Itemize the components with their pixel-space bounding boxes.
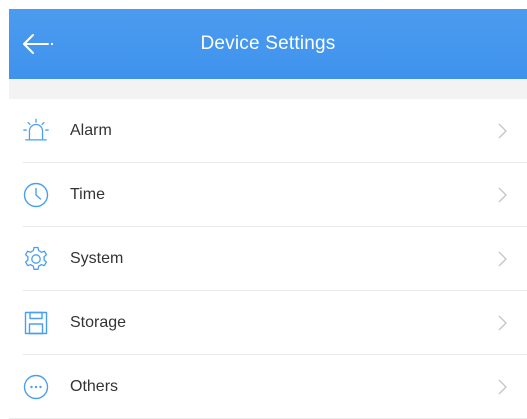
chevron-right-icon <box>497 379 507 395</box>
menu-item-time[interactable]: Time <box>9 163 527 227</box>
menu-item-system[interactable]: System <box>9 227 527 291</box>
chevron-right-icon <box>497 187 507 203</box>
page-title: Device Settings <box>200 33 336 54</box>
menu-item-label: System <box>70 250 124 267</box>
more-icon <box>22 373 50 401</box>
gear-icon <box>22 245 50 273</box>
app-header: Device Settings <box>9 9 527 79</box>
alarm-icon <box>22 117 50 145</box>
chevron-right-icon <box>497 123 507 139</box>
settings-list: Alarm Time System Storage Others <box>9 99 527 419</box>
chevron-right-icon <box>497 315 507 331</box>
menu-item-alarm[interactable]: Alarm <box>9 99 527 163</box>
menu-item-storage[interactable]: Storage <box>9 291 527 355</box>
section-gap <box>9 79 527 99</box>
menu-item-label: Alarm <box>70 122 112 139</box>
clock-icon <box>22 181 50 209</box>
menu-item-label: Storage <box>70 314 127 331</box>
storage-icon <box>22 309 50 337</box>
menu-item-label: Time <box>70 186 105 203</box>
menu-item-others[interactable]: Others <box>9 355 527 419</box>
chevron-right-icon <box>497 251 507 267</box>
menu-item-label: Others <box>70 378 119 395</box>
